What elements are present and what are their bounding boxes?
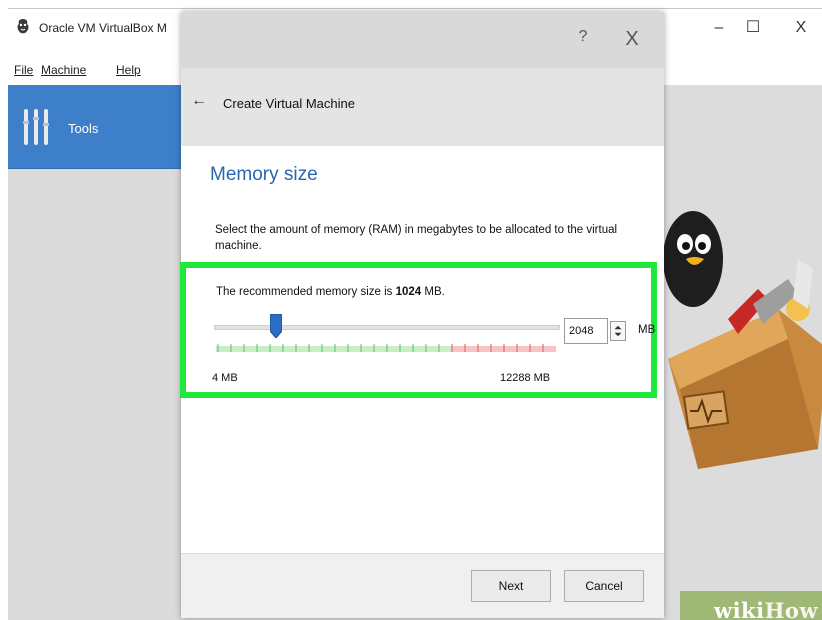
slider-ticks (216, 344, 556, 352)
tools-icon (23, 109, 49, 145)
slider-max-label: 12288 MB (500, 372, 551, 384)
memory-size-input[interactable] (564, 318, 608, 344)
dialog-footer: Next Cancel (181, 553, 664, 618)
recommend-value: 1024 (395, 286, 422, 298)
dialog-title: Create Virtual Machine (223, 96, 355, 111)
dialog-title-bar: ? X (181, 12, 664, 68)
wikihow-logo-text: wikiHow (714, 598, 818, 620)
back-arrow-icon[interactable]: ← (191, 92, 207, 110)
slider-track[interactable] (214, 325, 560, 330)
window-controls: – ☐ X (678, 9, 822, 49)
memory-highlight-box: The recommended memory size is 1024 MB. … (180, 262, 657, 398)
memory-description: Select the amount of memory (RAM) in meg… (215, 224, 618, 252)
slider-min-label: 4 MB (212, 372, 238, 384)
wikihow-wiki: wiki (714, 598, 765, 620)
minimize-button[interactable]: – (704, 17, 734, 39)
window-title: Oracle VM VirtualBox M (39, 21, 167, 35)
wikihow-watermark: wikiHow (680, 591, 822, 620)
recommend-suffix: MB. (421, 286, 445, 298)
help-button[interactable]: ? (571, 28, 595, 52)
menu-file[interactable]: File (14, 63, 33, 77)
menu-machine[interactable]: Machine (41, 63, 86, 77)
sidebar-item-tools[interactable]: Tools (8, 85, 182, 169)
ticks-green-zone (216, 346, 452, 352)
virtualbox-app-icon (17, 19, 29, 34)
maximize-button[interactable]: ☐ (738, 17, 768, 39)
dialog-close-button[interactable]: X (619, 26, 645, 52)
memory-spinbox[interactable] (564, 318, 632, 344)
spin-arrows-icon[interactable] (610, 321, 626, 341)
memory-slider[interactable] (214, 314, 560, 358)
sidebar: Tools (8, 85, 182, 620)
create-vm-dialog: ? X ← Create Virtual Machine Memory size… (180, 12, 664, 618)
menu-help[interactable]: Help (116, 63, 141, 77)
slider-handle[interactable] (270, 314, 282, 338)
sidebar-item-label: Tools (68, 121, 99, 136)
section-title: Memory size (210, 164, 318, 185)
window-close-button[interactable]: X (786, 17, 816, 39)
recommend-prefix: The recommended memory size is (216, 286, 396, 298)
wikihow-how: How (764, 598, 819, 620)
next-button[interactable]: Next (471, 570, 551, 602)
memory-unit-label: MB (638, 324, 656, 336)
dialog-header: ← Create Virtual Machine (181, 68, 664, 146)
virtualbox-mascot-illustration (663, 211, 822, 469)
cancel-button[interactable]: Cancel (564, 570, 644, 602)
recommended-memory-text: The recommended memory size is 1024 MB. (216, 286, 445, 298)
